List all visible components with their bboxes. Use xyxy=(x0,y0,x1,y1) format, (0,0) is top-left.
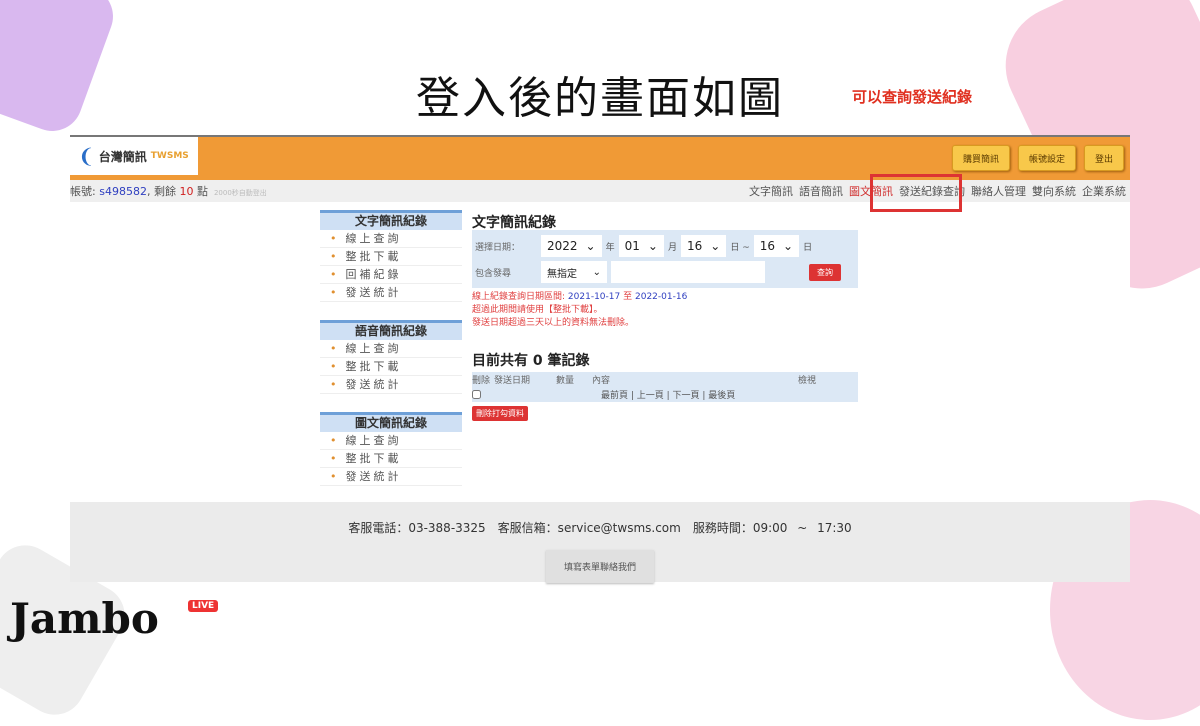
year-unit: 年 xyxy=(605,242,615,253)
sidebar-item[interactable]: 整批下載 xyxy=(320,450,462,468)
logo-text: 台灣簡訊 xyxy=(98,149,147,164)
logo-en: TWSMS xyxy=(150,151,189,161)
account-info: 帳號: s498582, 剩餘 10 點 2000秒自動登出 xyxy=(70,185,267,198)
day-unit: 日 ~ xyxy=(730,242,750,253)
col-qty: 數量 xyxy=(556,376,575,386)
page-title: 文字簡訊紀錄 xyxy=(472,215,556,231)
filter-input[interactable] xyxy=(611,261,765,283)
sidebar-item[interactable]: 發送統計 xyxy=(320,468,462,486)
nav-enterprise[interactable]: 企業系統 xyxy=(1082,185,1126,198)
delete-checked-button[interactable]: 刪除打勾資料 xyxy=(472,406,528,421)
chevron-down-icon: ⌄ xyxy=(710,239,721,253)
year-select[interactable]: 2022 ⌄ xyxy=(541,235,602,257)
month-select[interactable]: 01 ⌄ xyxy=(618,235,664,257)
records-table: 刪除 發送日期 數量 內容 檢視 最前頁 | 上一頁 | 下一頁 | 最後頁 xyxy=(472,372,858,402)
sidebar-item[interactable]: 整批下載 xyxy=(320,248,462,266)
sidebar-item[interactable]: 回補紀錄 xyxy=(320,266,462,284)
sidebar-item[interactable]: 發送統計 xyxy=(320,284,462,302)
filter-label: 包含發尋 xyxy=(475,268,512,279)
contact-info: 客服電話：03-388-3325 客服信箱：service@twsms.com … xyxy=(348,521,852,535)
annotation: 可以查詢發送紀錄 xyxy=(852,88,973,106)
query-form: 選擇日期： 2022 ⌄ 年 01 ⌄ 月 16 ⌄ 日 ~ 16 ⌄ 日 包含發尋 無指定 ⌄ … xyxy=(472,230,858,288)
nav-two-way[interactable]: 雙向系統 xyxy=(1032,185,1076,198)
nav-text-sms[interactable]: 文字簡訊 xyxy=(749,185,793,198)
contact-form-button[interactable]: 填寫表單聯絡我們 xyxy=(545,550,654,583)
chevron-down-icon: ⌄ xyxy=(783,239,794,253)
slide-title: 登入後的畫面如圖 xyxy=(416,73,784,124)
sidebar-item[interactable]: 線上查詢 xyxy=(320,340,462,358)
chevron-down-icon: ⌄ xyxy=(585,239,596,253)
chevron-down-icon: ⌄ xyxy=(647,239,658,253)
sidebar-item[interactable]: 線上查詢 xyxy=(320,230,462,248)
month-unit: 月 xyxy=(667,242,677,253)
sidebar: 文字簡訊紀錄 線上查詢 整批下載 回補紀錄 發送統計 語音簡訊紀錄 線上查詢 整… xyxy=(320,210,462,486)
query-button[interactable]: 查詢 xyxy=(809,263,841,281)
day-unit: 日 xyxy=(803,242,813,253)
day-to-select[interactable]: 16 ⌄ xyxy=(753,235,800,257)
pager[interactable]: 最前頁 | 上一頁 | 下一頁 | 最後頁 xyxy=(601,388,735,401)
site-header: ❨ 台灣簡訊 TWSMS 購買簡訊 帳號設定 登出 xyxy=(70,137,1130,180)
sidebar-item[interactable]: 線上查詢 xyxy=(320,432,462,450)
col-view: 檢視 xyxy=(798,376,817,386)
buy-sms-button[interactable]: 購買簡訊 xyxy=(951,145,1010,171)
account-settings-button[interactable]: 帳號設定 xyxy=(1017,145,1076,171)
sidebar-section-title: 圖文簡訊紀錄 xyxy=(320,412,462,432)
date-label: 選擇日期： xyxy=(475,242,521,253)
sidebar-section-title: 文字簡訊紀錄 xyxy=(320,210,462,230)
sidebar-section-title: 語音簡訊紀錄 xyxy=(320,320,462,340)
logout-button[interactable]: 登出 xyxy=(1083,145,1124,171)
logo-icon: ❨ xyxy=(78,144,95,168)
col-date: 發送日期 xyxy=(494,376,531,386)
nav-contacts[interactable]: 聯絡人管理 xyxy=(971,185,1026,198)
day-from-select[interactable]: 16 ⌄ xyxy=(680,235,727,257)
main-content: 文字簡訊紀錄 選擇日期： 2022 ⌄ 年 01 ⌄ 月 16 ⌄ 日 ~ 16 ⌄ 日 包含發… xyxy=(472,212,858,421)
record-count: 目前共有 0 筆記錄 xyxy=(472,353,590,369)
filter-select[interactable]: 無指定 ⌄ xyxy=(541,261,607,283)
col-delete: 刪除 xyxy=(472,376,491,386)
screenshot: ❨ 台灣簡訊 TWSMS 購買簡訊 帳號設定 登出 帳號: s498582, 剩餘 … xyxy=(70,135,1130,583)
nav-voice-sms[interactable]: 語音簡訊 xyxy=(799,185,843,198)
col-content: 內容 xyxy=(592,376,611,386)
highlight-box xyxy=(870,174,962,212)
account-bar: 帳號: s498582, 剩餘 10 點 2000秒自動登出 文字簡訊 語音簡訊 圖文… xyxy=(70,180,1130,202)
footer: 客服電話：03-388-3325 客服信箱：service@twsms.com … xyxy=(70,502,1130,583)
notice: 線上紀錄查詢日期區間: 2021-10-17 至 2022-01-16 超過此期… xyxy=(472,292,688,328)
logo[interactable]: ❨ 台灣簡訊 TWSMS xyxy=(70,137,198,175)
chevron-down-icon: ⌄ xyxy=(592,266,601,278)
sidebar-item[interactable]: 發送統計 xyxy=(320,376,462,394)
jambo-logo: Jambo LIVE xyxy=(10,594,219,643)
sidebar-item[interactable]: 整批下載 xyxy=(320,358,462,376)
select-all-checkbox[interactable] xyxy=(472,390,481,399)
